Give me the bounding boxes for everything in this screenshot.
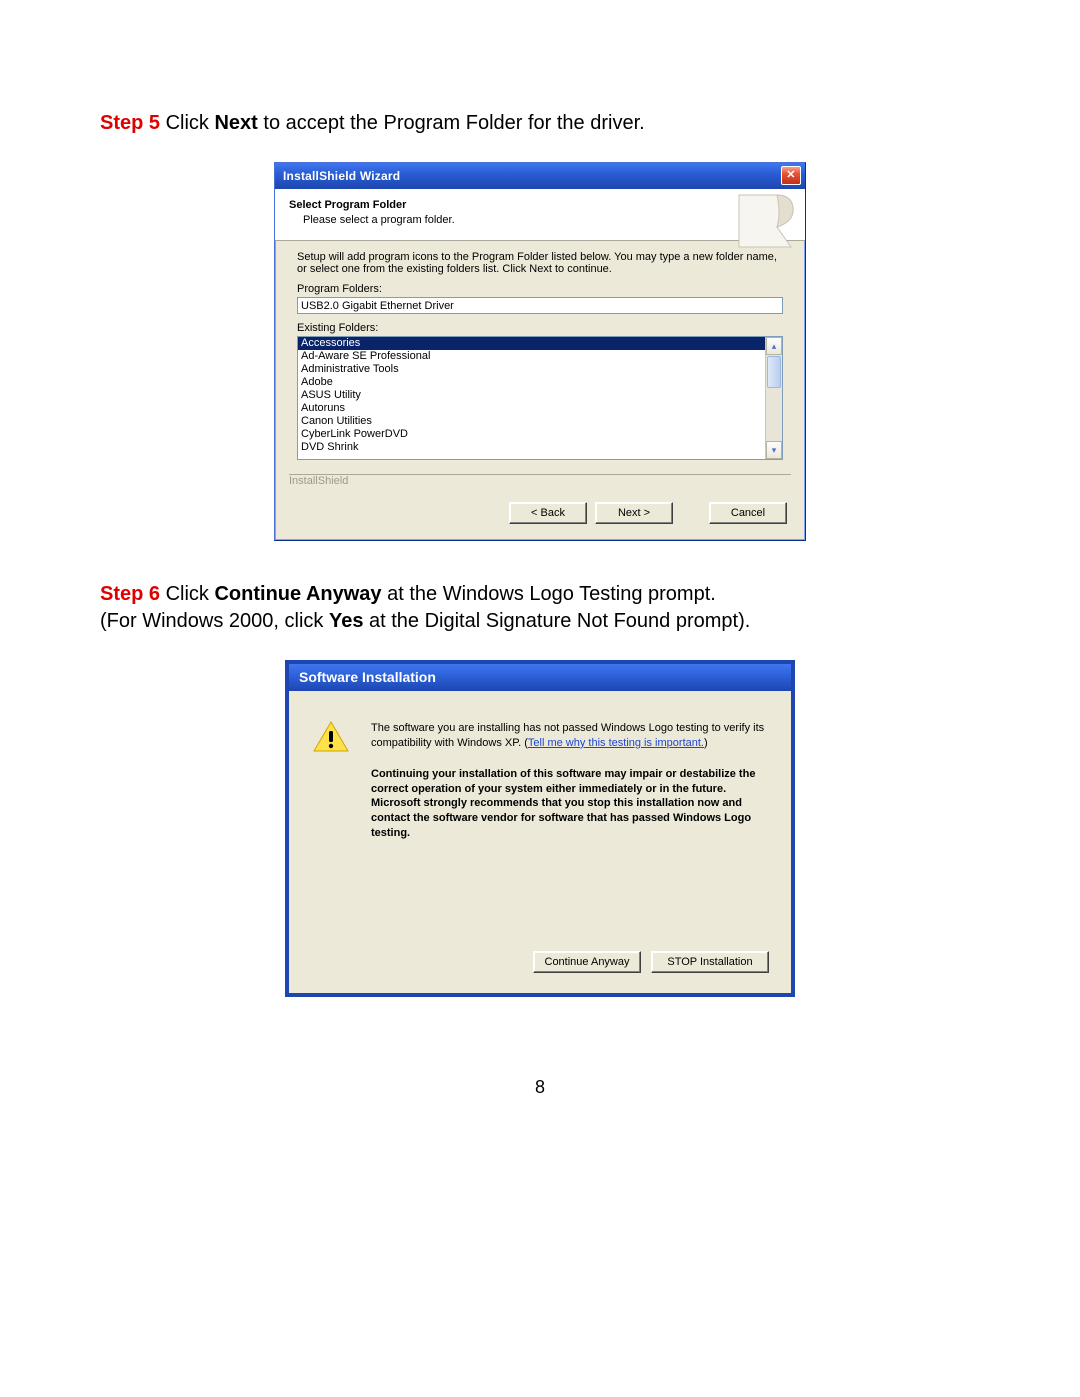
is-header-sub: Please select a program folder.: [289, 211, 793, 226]
list-item[interactable]: DVD Shrink: [298, 441, 765, 454]
scroll-down-icon[interactable]: ▾: [766, 441, 782, 459]
list-item[interactable]: Canon Utilities: [298, 415, 765, 428]
stop-installation-button[interactable]: STOP Installation: [651, 951, 769, 973]
step5-text-a: Click: [160, 112, 214, 134]
step5-instruction: Step 5 Click Next to accept the Program …: [100, 110, 980, 137]
installshield-window: InstallShield Wizard ✕ Select Program Fo…: [274, 162, 806, 541]
page-curl-icon: [737, 193, 797, 249]
step6-b1: Continue Anyway: [214, 583, 381, 605]
is-header: Select Program Folder Please select a pr…: [275, 189, 805, 241]
step6-instruction: Step 6 Click Continue Anyway at the Wind…: [100, 581, 980, 635]
close-icon[interactable]: ✕: [781, 166, 801, 185]
step5-text-c: to accept the Program Folder for the dri…: [258, 112, 645, 134]
installshield-brand: InstallShield: [289, 475, 352, 487]
label-program-folders: Program Folders:: [297, 283, 783, 295]
tell-me-why-link[interactable]: Tell me why this testing is important.: [528, 737, 704, 749]
next-button[interactable]: Next >: [595, 502, 673, 524]
si-titlebar: Software Installation: [289, 660, 791, 691]
is-title: InstallShield Wizard: [283, 169, 400, 183]
list-item[interactable]: CyberLink PowerDVD: [298, 428, 765, 441]
list-item[interactable]: Ad-Aware SE Professional: [298, 350, 765, 363]
scrollbar[interactable]: ▴ ▾: [765, 337, 782, 459]
step5-label: Step 5: [100, 112, 160, 134]
list-item[interactable]: Adobe: [298, 376, 765, 389]
step6-label: Step 6: [100, 583, 160, 605]
list-item[interactable]: Autoruns: [298, 402, 765, 415]
step6-t1: Click: [160, 583, 214, 605]
software-installation-window: Software Installation The software you a…: [285, 660, 795, 997]
program-folder-input[interactable]: [297, 297, 783, 314]
existing-folders-listbox[interactable]: Accessories Ad-Aware SE Professional Adm…: [297, 336, 783, 460]
label-existing-folders: Existing Folders:: [297, 322, 783, 334]
list-item[interactable]: ASUS Utility: [298, 389, 765, 402]
warning-icon: [313, 721, 349, 841]
is-titlebar: InstallShield Wizard ✕: [275, 163, 805, 189]
continue-anyway-button[interactable]: Continue Anyway: [533, 951, 641, 973]
scroll-up-icon[interactable]: ▴: [766, 337, 782, 355]
back-button[interactable]: < Back: [509, 502, 587, 524]
page-number: 8: [100, 1077, 980, 1098]
is-description: Setup will add program icons to the Prog…: [297, 251, 783, 275]
list-item[interactable]: Administrative Tools: [298, 363, 765, 376]
si-para1b: ): [704, 737, 708, 749]
step6-t4: at the Digital Signature Not Found promp…: [363, 610, 750, 632]
step6-b2: Yes: [329, 610, 363, 632]
cancel-button[interactable]: Cancel: [709, 502, 787, 524]
step6-t3: (For Windows 2000, click: [100, 610, 329, 632]
is-header-title: Select Program Folder: [289, 199, 793, 211]
list-item[interactable]: Accessories: [298, 337, 765, 350]
si-text-block: The software you are installing has not …: [371, 721, 767, 841]
step5-bold: Next: [214, 112, 257, 134]
si-bold-warning: Continuing your installation of this sof…: [371, 767, 767, 841]
scroll-thumb[interactable]: [767, 356, 781, 388]
step6-t2: at the Windows Logo Testing prompt.: [382, 583, 716, 605]
